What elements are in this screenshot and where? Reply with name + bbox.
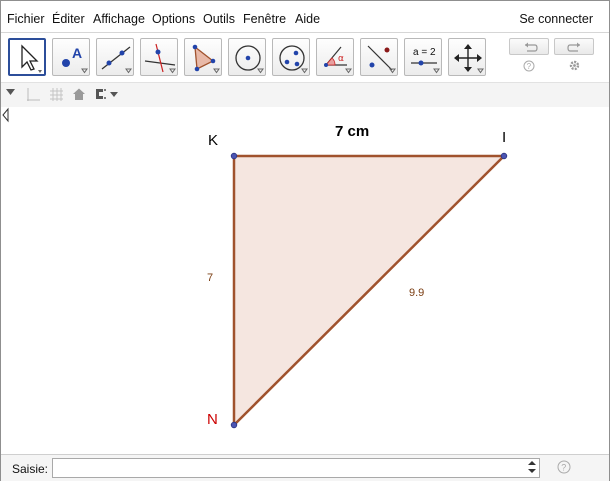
- reflect-tool-button[interactable]: [360, 38, 398, 76]
- input-label: Saisie:: [12, 462, 49, 476]
- gear-icon[interactable]: [568, 59, 581, 72]
- slider-tool-icon: a = 2: [411, 47, 440, 74]
- construction-canvas[interactable]: [1, 107, 609, 454]
- updown-arrows-icon[interactable]: [527, 460, 537, 474]
- point-n[interactable]: [230, 421, 238, 429]
- move-graphics-view-tool-icon: [454, 44, 484, 74]
- label-segment-kn: 7: [207, 272, 214, 284]
- label-segment-ni: 9.9: [409, 287, 425, 299]
- label-point-i: I: [502, 129, 507, 146]
- redo-icon: [567, 42, 580, 52]
- input-help-icon[interactable]: ?: [557, 460, 571, 474]
- polygon-tool-icon: [192, 44, 220, 74]
- undo-icon: [525, 42, 538, 52]
- move-tool-icon: [21, 44, 42, 73]
- line-tool-icon: [101, 46, 132, 74]
- slider-tool-text: a = 2: [413, 47, 436, 58]
- conic-tool-button[interactable]: [272, 38, 310, 76]
- redo-button[interactable]: [554, 38, 594, 55]
- chevron-left-icon[interactable]: [1, 107, 9, 123]
- perpendicular-line-tool-icon: [144, 43, 176, 74]
- svg-text:α: α: [338, 54, 344, 64]
- angle-tool-icon: α: [324, 46, 352, 74]
- reflect-tool-icon: [367, 45, 396, 74]
- axes-toggle-icon[interactable]: [26, 87, 41, 102]
- label-point-k: K: [208, 132, 219, 149]
- grid-toggle-icon[interactable]: [49, 87, 64, 102]
- angle-tool-button[interactable]: α: [316, 38, 354, 76]
- menu-editer[interactable]: Éditer: [52, 12, 85, 26]
- menu-bar: Fichier Éditer Affichage Options Outils …: [1, 1, 609, 33]
- input-bar: Saisie: ?: [1, 454, 609, 481]
- menu-options[interactable]: Options: [152, 12, 195, 26]
- slider-tool-button[interactable]: a = 2: [404, 38, 442, 76]
- login-link[interactable]: Se connecter: [519, 12, 593, 26]
- undo-button[interactable]: [509, 38, 549, 55]
- menu-affichage[interactable]: Affichage: [93, 12, 145, 26]
- conic-tool-icon: [279, 45, 308, 74]
- polygon-tool-button[interactable]: [184, 38, 222, 76]
- label-point-n: N: [207, 411, 218, 428]
- command-input[interactable]: [52, 458, 540, 478]
- move-graphics-tool-button[interactable]: [448, 38, 486, 76]
- point-i[interactable]: [500, 152, 508, 160]
- point-tool-icon: A: [62, 45, 88, 74]
- circle-tool-icon: [235, 45, 264, 74]
- style-bar-toggle-icon[interactable]: [6, 89, 15, 96]
- menu-fenetre[interactable]: Fenêtre: [243, 12, 286, 26]
- perpendicular-tool-button[interactable]: [140, 38, 178, 76]
- toolbar: A α a = 2 ?: [1, 33, 609, 81]
- svg-text:?: ?: [527, 62, 532, 71]
- line-tool-button[interactable]: [96, 38, 134, 76]
- circle-tool-button[interactable]: [228, 38, 266, 76]
- point-tool-button[interactable]: A: [52, 38, 90, 76]
- text-7-cm[interactable]: 7 cm: [335, 123, 369, 140]
- svg-text:?: ?: [561, 463, 566, 473]
- move-tool-button[interactable]: [8, 38, 46, 76]
- menu-aide[interactable]: Aide: [295, 12, 320, 26]
- home-icon[interactable]: [72, 87, 86, 101]
- svg-text:A: A: [72, 45, 82, 61]
- graphics-view[interactable]: 7 cm K I N 7 9.9: [1, 107, 609, 454]
- menu-fichier[interactable]: Fichier: [7, 12, 45, 26]
- style-bar: [1, 82, 609, 108]
- help-icon[interactable]: ?: [523, 60, 535, 72]
- menu-outils[interactable]: Outils: [203, 12, 235, 26]
- point-capture-icon[interactable]: [93, 87, 123, 101]
- point-k[interactable]: [230, 152, 238, 160]
- geogebra-window: Fichier Éditer Affichage Options Outils …: [0, 0, 610, 481]
